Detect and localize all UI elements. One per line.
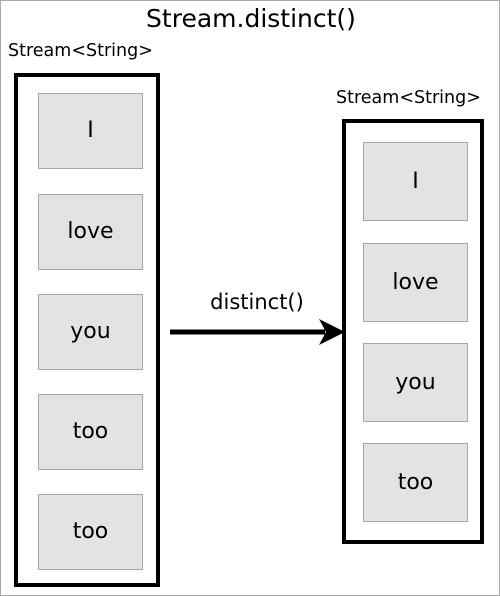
source-stream-type-label: Stream<String> [8,41,153,61]
operation-label: distinct() [210,290,304,314]
result-item-1: love [363,243,468,322]
result-item-0: I [363,142,468,221]
source-item-0: I [38,93,143,169]
source-item-1: love [38,194,143,270]
result-stream-type-label: Stream<String> [336,88,481,108]
right-arrow-icon [169,317,345,347]
source-stream-container: I love you too too [14,73,160,587]
page-title: Stream.distinct() [146,4,356,33]
diagram-canvas: Stream.distinct() Stream<String> I love … [0,0,500,596]
source-item-2: you [38,294,143,370]
result-item-2: you [363,343,468,422]
source-item-3: too [38,394,143,470]
result-stream-container: I love you too [342,119,484,544]
source-item-4: too [38,494,143,570]
result-item-3: too [363,443,468,522]
